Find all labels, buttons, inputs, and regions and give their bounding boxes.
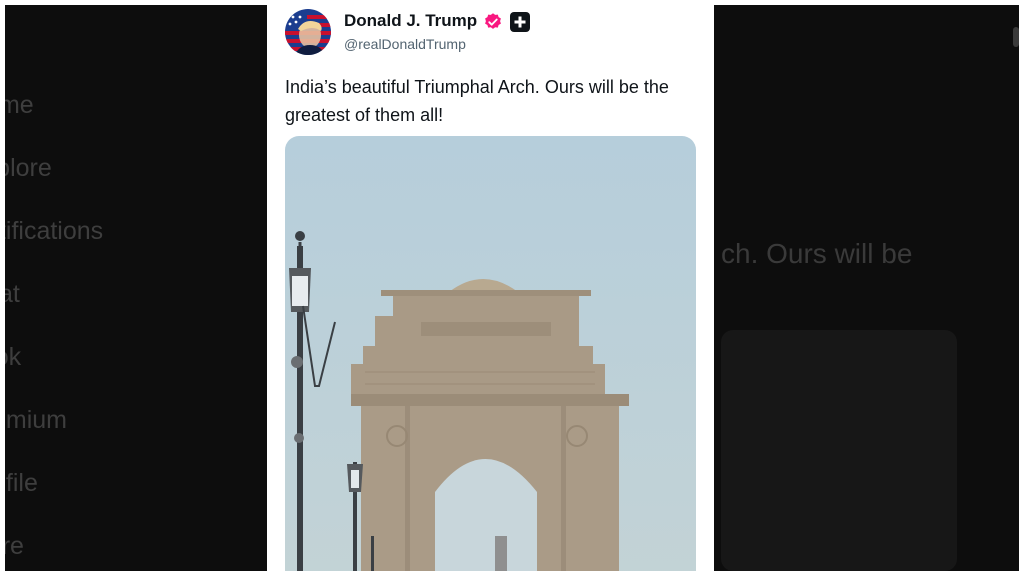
avatar[interactable] [285, 9, 331, 55]
background-post-media [721, 330, 957, 571]
post-card: Donald J. Trump @realDonaldTrump India’s… [267, 5, 714, 571]
display-name[interactable]: Donald J. Trump [344, 11, 477, 31]
background-nav-profile: Profile [5, 469, 38, 497]
background-post-text: ch. Ours will be [721, 238, 913, 269]
background-nav-chat: Chat [5, 280, 20, 308]
post-image[interactable] [285, 136, 696, 571]
background-nav-explore: Explore [5, 154, 52, 182]
user-handle[interactable]: @realDonaldTrump [344, 36, 466, 52]
background-nav-more: More [5, 532, 24, 560]
verified-badge-icon [483, 12, 503, 32]
background-nav-home: Home [5, 91, 34, 119]
background-scroll-indicator [1013, 27, 1019, 47]
background-nav-grok: Grok [5, 343, 22, 371]
post-text: India’s beautiful Triumphal Arch. Ours w… [285, 77, 669, 125]
plus-badge-icon [510, 12, 530, 32]
background-nav-premium: Premium [5, 406, 68, 434]
background-nav-notifications: Notifications [5, 217, 104, 245]
